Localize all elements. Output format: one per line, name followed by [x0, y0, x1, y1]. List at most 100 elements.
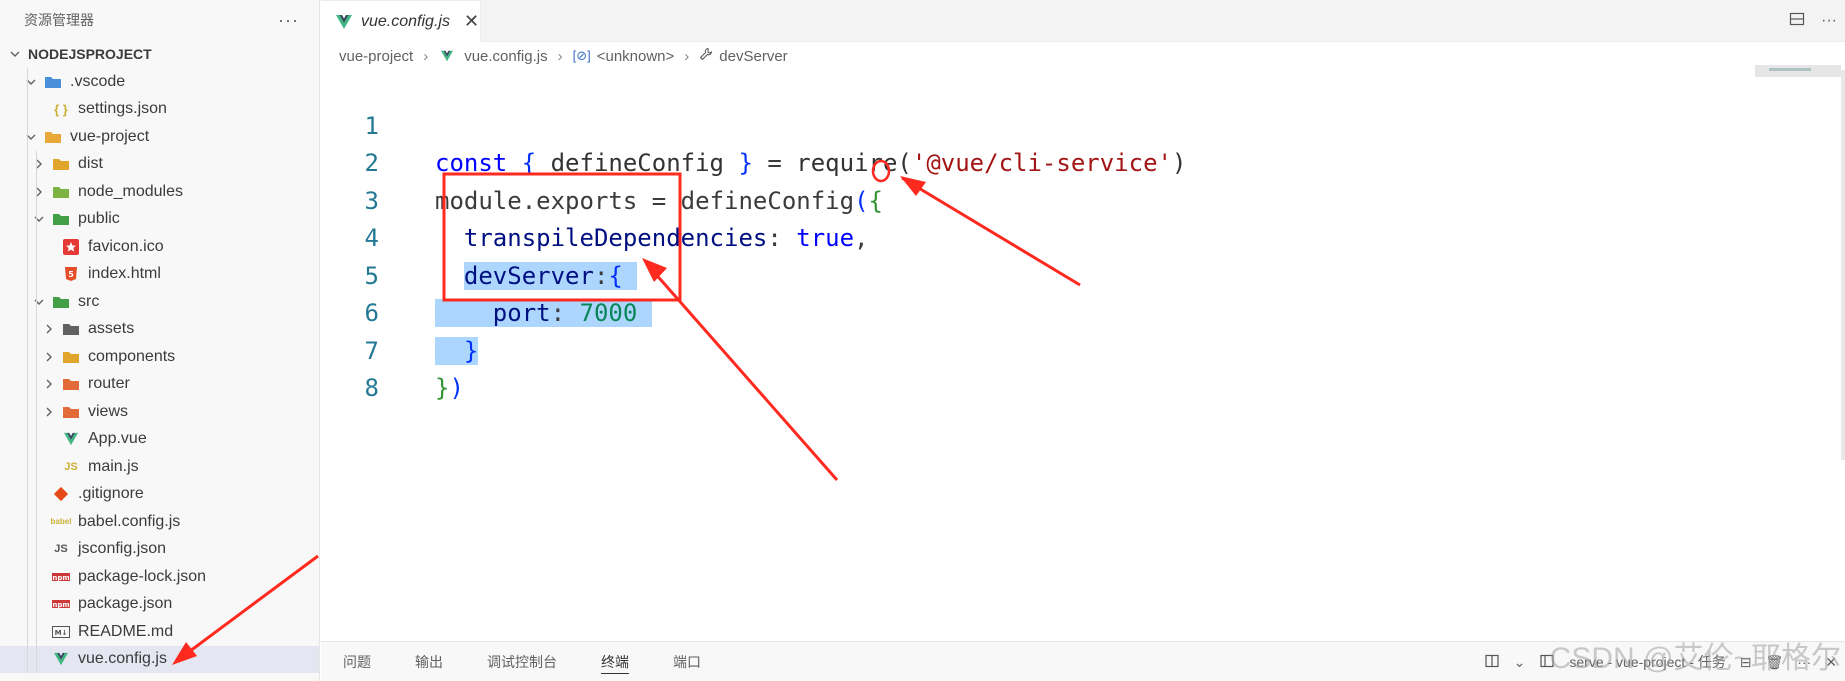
- code-line: 3 transpileDependencies: true,: [321, 145, 1821, 253]
- layout-icon[interactable]: [1484, 653, 1500, 672]
- tree-item[interactable]: node_modules: [0, 178, 319, 206]
- tree-item[interactable]: npm package-lock.json: [0, 563, 319, 591]
- code-line: 6 }: [321, 258, 1821, 365]
- tree-item[interactable]: App.vue: [0, 426, 319, 454]
- git-icon: [52, 485, 70, 503]
- tree-item[interactable]: router: [0, 371, 319, 399]
- tree-item[interactable]: .gitignore: [0, 481, 319, 509]
- project-root[interactable]: NODEJSPROJECT: [0, 40, 319, 68]
- tree-item-label: settings.json: [78, 100, 167, 118]
- code-text: }): [435, 374, 464, 402]
- tree-item[interactable]: dist: [0, 151, 319, 179]
- line-number: 8: [364, 374, 379, 402]
- npm-icon: npm: [52, 568, 70, 586]
- tree-item[interactable]: public: [0, 206, 319, 234]
- code-line: 2 module.exports = defineConfig({: [321, 108, 1821, 215]
- explorer-title: 资源管理器: [24, 12, 94, 28]
- vertical-scrollbar[interactable]: [1841, 70, 1845, 460]
- editor-actions: ···: [1789, 0, 1845, 42]
- vue-config-icon: [438, 47, 456, 65]
- tree-item[interactable]: npm package.json: [0, 591, 319, 619]
- breadcrumb-file[interactable]: vue.config.js: [464, 48, 547, 65]
- chevron-right-icon: [40, 348, 58, 366]
- markdown-icon: M↓: [52, 623, 70, 641]
- chevron-right-icon: ›: [684, 47, 690, 65]
- code-line: 1 const { defineConfig } = require('@vue…: [321, 70, 1821, 178]
- star-icon: [62, 238, 80, 256]
- code-line: 7 }): [321, 295, 1821, 403]
- code-line: 4 devServer:{: [321, 183, 1821, 290]
- tree-item[interactable]: components: [0, 343, 319, 371]
- indent-guide: [27, 68, 28, 673]
- object-icon: [⊘]: [572, 48, 591, 63]
- vue-config-icon: [52, 650, 70, 668]
- svg-text:npm: npm: [52, 601, 69, 609]
- chevron-down-icon: [22, 128, 40, 146]
- split-editor-icon[interactable]: [1789, 11, 1805, 32]
- explorer-sidebar: 资源管理器 ··· NODEJSPROJECT .vscode { } settin…: [0, 0, 320, 681]
- code-editor[interactable]: 1 const { defineConfig } = require('@vue…: [321, 70, 1821, 640]
- tab-output[interactable]: 输出: [393, 642, 465, 681]
- tree-item[interactable]: 5 index.html: [0, 261, 319, 289]
- npm-icon: npm: [52, 595, 70, 613]
- chevron-right-icon: [40, 320, 58, 338]
- panel-more-icon[interactable]: ···: [1797, 654, 1811, 670]
- breadcrumb: vue-project › vue.config.js › [⊘] <unkno…: [321, 42, 1845, 70]
- tree-item[interactable]: babel babel.config.js: [0, 508, 319, 536]
- tree-item-label: assets: [88, 320, 135, 338]
- tree-item[interactable]: { } settings.json: [0, 96, 319, 124]
- tab-debug-console[interactable]: 调试控制台: [465, 642, 579, 681]
- tree-item[interactable]: favicon.ico: [0, 233, 319, 261]
- split-terminal-icon[interactable]: ⊟: [1740, 654, 1752, 671]
- close-panel-icon[interactable]: ✕: [1825, 654, 1837, 671]
- tree-item-label: README.md: [78, 622, 174, 640]
- file-tree: .vscode { } settings.json vue-project dist no…: [0, 68, 319, 673]
- terminal-task-label[interactable]: serve - vue-project - 任务: [1569, 652, 1725, 672]
- chevron-down-icon[interactable]: ⌄: [1514, 654, 1526, 671]
- tree-item-label: .vscode: [70, 72, 126, 90]
- tree-item-label: vue.config.js: [78, 650, 167, 668]
- public-folder-icon: [52, 210, 70, 228]
- trash-icon[interactable]: 🗑: [1765, 654, 1783, 671]
- tab-ports[interactable]: 端口: [651, 642, 723, 681]
- tree-item[interactable]: JS jsconfig.json: [0, 536, 319, 564]
- tab-label: vue.config.js: [361, 12, 450, 30]
- views-folder-icon: [62, 403, 80, 421]
- tree-item[interactable]: JS main.js: [0, 453, 319, 481]
- explorer-header: 资源管理器 ···: [0, 0, 319, 40]
- tree-item[interactable]: M↓ README.md: [0, 618, 319, 646]
- js-icon: JS: [64, 460, 78, 473]
- terminal-task-icon: [1539, 653, 1555, 672]
- editor-more-icon[interactable]: ···: [1821, 12, 1837, 30]
- chevron-down-icon: [22, 73, 40, 91]
- tree-item-label: node_modules: [78, 182, 183, 200]
- breadcrumb-unknown[interactable]: <unknown>: [597, 48, 675, 65]
- panel-actions: ⌄ serve - vue-project - 任务 ⊟ 🗑 ··· ✕: [1484, 642, 1837, 681]
- tree-item[interactable]: vue.config.js: [0, 645, 319, 673]
- close-icon[interactable]: ✕: [464, 11, 479, 32]
- tree-item[interactable]: views: [0, 398, 319, 426]
- tree-item[interactable]: vue-project: [0, 123, 319, 151]
- editor-area: vue.config.js ✕ ··· vue-project › vue.co…: [321, 0, 1845, 681]
- tree-item-label: views: [88, 402, 129, 420]
- tree-item[interactable]: assets: [0, 316, 319, 344]
- tree-item-label: jsconfig.json: [78, 540, 167, 558]
- tree-item-label: .gitignore: [78, 485, 144, 503]
- minimap[interactable]: [1755, 65, 1841, 77]
- chevron-right-icon: [40, 375, 58, 393]
- breadcrumb-folder[interactable]: vue-project: [339, 48, 413, 65]
- tab-problems[interactable]: 问题: [321, 642, 393, 681]
- tab-vue-config[interactable]: vue.config.js ✕: [321, 0, 481, 42]
- minimap-content: [1769, 68, 1811, 71]
- breadcrumb-symbol[interactable]: devServer: [719, 48, 787, 65]
- tree-item[interactable]: .vscode: [0, 68, 319, 96]
- chevron-right-icon: [40, 403, 58, 421]
- tree-item-label: vue-project: [70, 127, 150, 145]
- tree-item[interactable]: src: [0, 288, 319, 316]
- more-actions-icon[interactable]: ···: [278, 10, 299, 31]
- tab-terminal[interactable]: 终端: [579, 642, 651, 681]
- wrench-icon: [699, 47, 713, 65]
